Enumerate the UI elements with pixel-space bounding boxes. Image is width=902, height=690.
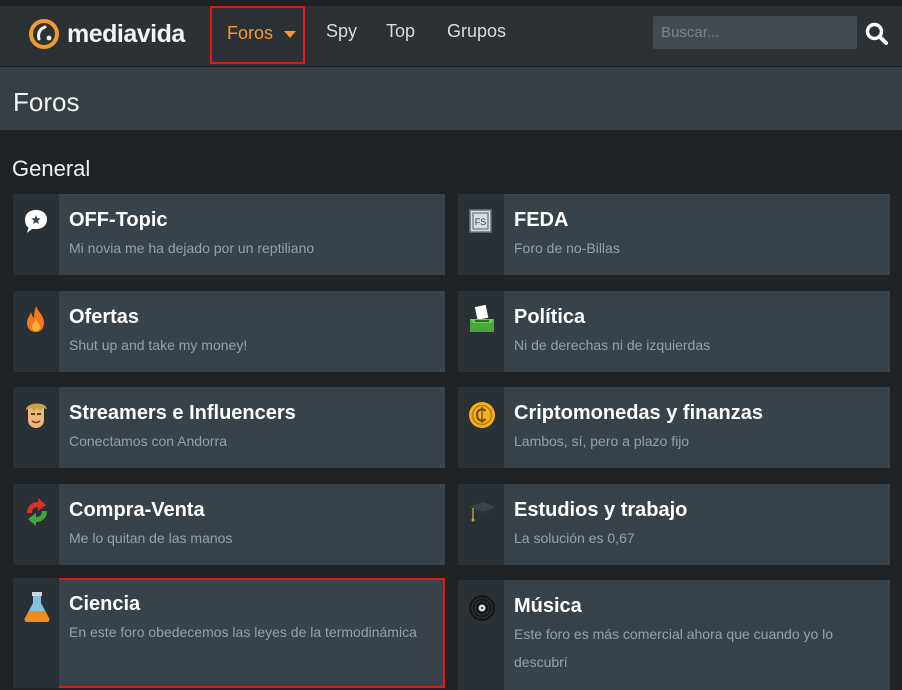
mediavida-logo-icon: [28, 18, 60, 50]
nav-item-spy[interactable]: Spy: [326, 21, 357, 42]
forum-card-streamers[interactable]: Streamers e Influencers Conectamos con A…: [13, 387, 445, 468]
forum-card-off-topic[interactable]: OFF-Topic Mi novia me ha dejado por un r…: [13, 194, 445, 275]
forum-description: Foro de no-Billas: [514, 240, 620, 256]
forum-name: Estudios y trabajo: [514, 499, 688, 521]
nav-item-top[interactable]: Top: [386, 21, 415, 42]
vinyl-record-icon: [469, 595, 495, 621]
site-logo[interactable]: mediavida: [28, 18, 185, 50]
forum-card-ciencia[interactable]: Ciencia En este foro obedecemos las leye…: [13, 578, 445, 688]
coin-icon: [469, 402, 495, 428]
logo-text: mediavida: [67, 19, 185, 48]
page-header: Foros: [0, 67, 902, 130]
forum-card-feda[interactable]: FS FEDA Foro de no-Billas: [458, 194, 890, 275]
forum-name: Música: [514, 595, 582, 617]
top-strip: [0, 0, 902, 6]
nav-item-foros-label: Foros: [227, 23, 274, 43]
caret-down-icon: [284, 31, 296, 38]
search-icon[interactable]: [864, 21, 890, 47]
forum-description: Este foro es más comercial ahora que cua…: [514, 626, 834, 670]
nav-item-foros[interactable]: Foros: [210, 6, 305, 64]
forum-description: En este foro obedecemos las leyes de la …: [69, 624, 417, 640]
forum-card-estudios[interactable]: Estudios y trabajo La solución es 0,67: [458, 484, 890, 565]
forum-card-criptomonedas[interactable]: Criptomonedas y finanzas Lambos, sí, per…: [458, 387, 890, 468]
graduation-cap-icon: [469, 502, 496, 522]
search-input[interactable]: [653, 16, 857, 49]
forum-description: La solución es 0,67: [514, 530, 635, 546]
face-icon: [26, 403, 47, 428]
forum-name: Política: [514, 306, 586, 328]
fs-badge-icon: FS: [469, 209, 492, 233]
svg-text:FS: FS: [475, 217, 487, 227]
forum-description: Shut up and take my money!: [69, 337, 248, 353]
top-navbar: mediavida Foros Spy Top Grupos: [0, 0, 902, 67]
exchange-arrows-icon: [27, 498, 47, 526]
forum-card-musica[interactable]: Música Este foro es más comercial ahora …: [458, 580, 890, 690]
forum-name: OFF-Topic: [69, 209, 168, 231]
forum-name: Ciencia: [69, 593, 141, 615]
forum-description: Me lo quitan de las manos: [69, 530, 233, 546]
forum-card-compra-venta[interactable]: Compra-Venta Me lo quitan de las manos: [13, 484, 445, 565]
section-title: General: [12, 156, 91, 181]
forum-name: Compra-Venta: [69, 499, 205, 521]
forum-description: Mi novia me ha dejado por un reptiliano: [69, 240, 315, 256]
forum-card-ofertas[interactable]: Ofertas Shut up and take my money!: [13, 291, 445, 372]
forum-description: Ni de derechas ni de izquierdas: [514, 337, 711, 353]
speech-bubble-icon: [25, 210, 47, 233]
ballot-box-icon: [470, 304, 494, 332]
forum-name: FEDA: [514, 209, 569, 231]
forum-description: Lambos, sí, pero a plazo fijo: [514, 433, 690, 449]
forum-description: Conectamos con Andorra: [69, 433, 227, 449]
forum-name: Criptomonedas y finanzas: [514, 402, 763, 424]
nav-item-grupos[interactable]: Grupos: [447, 21, 506, 42]
page-title: Foros: [13, 87, 80, 117]
forum-name: Ofertas: [69, 306, 140, 328]
forum-card-politica[interactable]: Política Ni de derechas ni de izquierdas: [458, 291, 890, 372]
forum-name: Streamers e Influencers: [69, 402, 296, 424]
flame-icon: [27, 306, 44, 332]
flask-icon: [24, 592, 50, 622]
